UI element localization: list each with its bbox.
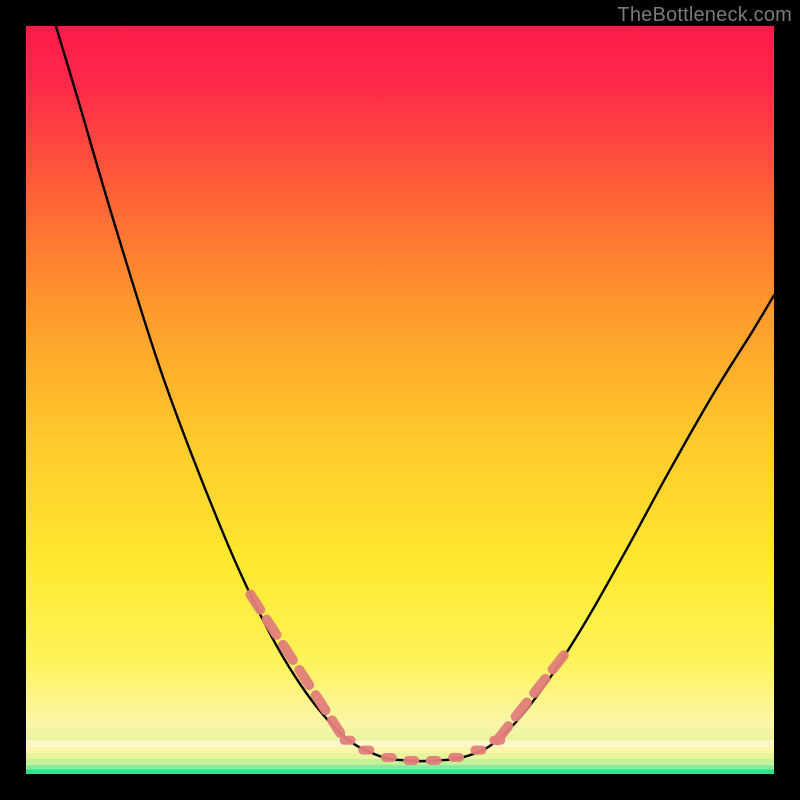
plot-background: [26, 26, 774, 774]
watermark-text: TheBottleneck.com: [617, 4, 792, 27]
valley-marker: [471, 746, 487, 755]
valley-marker: [381, 753, 397, 762]
bottom-band: [26, 740, 774, 747]
bottom-band-group: [26, 740, 774, 774]
valley-marker: [358, 746, 374, 755]
bottom-band: [26, 753, 774, 759]
valley-marker: [489, 736, 505, 745]
valley-marker: [426, 756, 442, 765]
bottom-band: [26, 770, 774, 775]
valley-marker: [340, 736, 356, 745]
valley-marker: [448, 753, 464, 762]
bottom-band: [26, 747, 774, 753]
chart-svg: [26, 26, 774, 774]
chart-frame: [26, 26, 774, 774]
bottom-band: [26, 765, 774, 770]
valley-marker: [403, 756, 419, 765]
